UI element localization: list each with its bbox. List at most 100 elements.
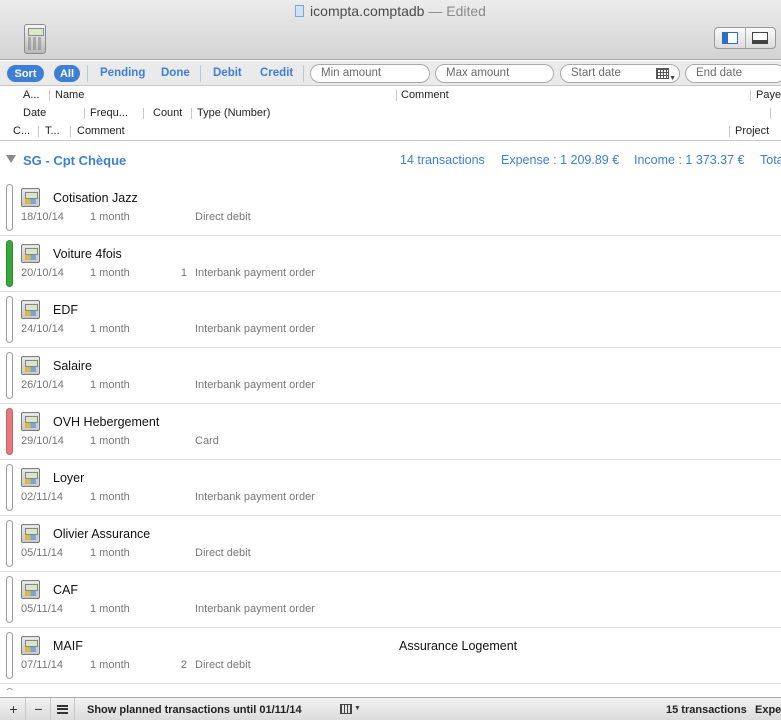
bottom-toolbar: + − Show planned transactions until 01/1… xyxy=(0,697,781,720)
scheduled-transaction-icon xyxy=(21,524,40,543)
row-count: 1 xyxy=(180,267,187,279)
view-toggle[interactable] xyxy=(714,27,776,49)
table-row[interactable]: Salaire 26/10/14 1 month Interbank payme… xyxy=(0,348,781,404)
table-row[interactable]: EDF 24/10/14 1 month Interbank payment o… xyxy=(0,292,781,348)
income-total: Income : 1 373.37 € xyxy=(634,153,745,167)
column-frequency[interactable]: Frequ... xyxy=(90,107,128,119)
transaction-list: Cotisation Jazz 18/10/14 1 month Direct … xyxy=(0,180,781,690)
max-amount-field[interactable]: Max amount xyxy=(435,64,554,83)
column-divider[interactable] xyxy=(770,108,771,119)
row-date: 05/11/14 xyxy=(21,547,64,559)
status-bar xyxy=(6,296,13,343)
calendar-icon[interactable] xyxy=(656,68,669,79)
column-headers: A... Name Comment Payee Date Frequ... Co… xyxy=(0,87,781,141)
end-date-field[interactable]: End date xyxy=(685,64,781,83)
add-button[interactable]: + xyxy=(2,698,26,720)
column-divider[interactable] xyxy=(49,90,50,101)
filter-separator xyxy=(200,65,201,82)
edited-status: — Edited xyxy=(428,3,486,19)
column-comment-top[interactable]: Comment xyxy=(401,89,449,101)
remove-button[interactable]: − xyxy=(27,698,51,720)
bottom-panel-view-button[interactable] xyxy=(744,28,776,48)
row-name: Voiture 4fois xyxy=(53,247,122,261)
row-name: Cotisation Jazz xyxy=(53,191,138,205)
row-frequency: 1 month xyxy=(90,379,130,391)
table-row[interactable] xyxy=(0,684,781,690)
chevron-down-icon[interactable]: ▼ xyxy=(354,705,361,712)
table-row[interactable]: Voiture 4fois 20/10/14 1 month 1 Interba… xyxy=(0,236,781,292)
calculator-icon[interactable] xyxy=(24,24,46,54)
transaction-count-footer: 15 transactions xyxy=(666,704,747,716)
filter-credit-button[interactable]: Credit xyxy=(260,67,293,79)
column-type[interactable]: Type (Number) xyxy=(197,107,270,119)
row-frequency: 1 month xyxy=(90,435,130,447)
row-date: 24/10/14 xyxy=(21,323,64,335)
menu-button[interactable] xyxy=(51,698,75,720)
row-frequency: 1 month xyxy=(90,603,130,615)
column-project[interactable]: Project xyxy=(735,125,769,137)
start-date-field[interactable]: Start date ▼ xyxy=(560,64,680,83)
row-date: 07/11/14 xyxy=(21,659,64,671)
column-divider[interactable] xyxy=(84,108,85,119)
status-bar xyxy=(6,240,13,287)
column-divider[interactable] xyxy=(750,90,751,101)
row-type: Direct debit xyxy=(195,547,251,559)
account-name: SG - Cpt Chèque xyxy=(23,153,127,168)
document-name: icompta.comptadb xyxy=(310,3,425,19)
column-date[interactable]: Date xyxy=(23,107,46,119)
row-frequency: 1 month xyxy=(90,267,130,279)
filter-all-button[interactable]: All xyxy=(54,65,80,82)
table-row[interactable]: MAIF 07/11/14 1 month 2 Direct debit Ass… xyxy=(0,628,781,684)
row-name: OVH Hebergement xyxy=(53,415,160,429)
table-row[interactable]: Cotisation Jazz 18/10/14 1 month Direct … xyxy=(0,180,781,236)
status-bar xyxy=(6,184,13,231)
row-name: Salaire xyxy=(53,359,92,373)
filter-done-button[interactable]: Done xyxy=(161,67,190,79)
scheduled-transaction-icon xyxy=(21,300,40,319)
row-name: EDF xyxy=(53,303,78,317)
column-divider[interactable] xyxy=(143,108,144,119)
column-account[interactable]: A... xyxy=(23,89,40,101)
status-bar xyxy=(6,464,13,511)
column-tags[interactable]: T... xyxy=(45,125,60,137)
column-divider[interactable] xyxy=(70,126,71,137)
row-type: Interbank payment order xyxy=(195,267,315,279)
row-name: Loyer xyxy=(53,471,85,485)
column-category[interactable]: C... xyxy=(13,125,30,137)
calendar-icon[interactable] xyxy=(340,704,352,714)
row-frequency: 1 month xyxy=(90,491,130,503)
expense-footer: Expe xyxy=(755,704,781,716)
expense-total: Expense : 1 209.89 € xyxy=(501,153,620,167)
row-date: 20/10/14 xyxy=(21,267,64,279)
table-row[interactable]: Loyer 02/11/14 1 month Interbank payment… xyxy=(0,460,781,516)
table-row[interactable]: Olivier Assurance 05/11/14 1 month Direc… xyxy=(0,516,781,572)
account-group-header[interactable]: SG - Cpt Chèque 14 transactions Expense … xyxy=(0,141,781,181)
scheduled-transaction-icon xyxy=(21,188,40,207)
chevron-down-icon[interactable]: ▼ xyxy=(669,70,676,87)
min-amount-field[interactable]: Min amount xyxy=(310,64,430,83)
row-type: Interbank payment order xyxy=(195,323,315,335)
column-name[interactable]: Name xyxy=(55,89,84,101)
scheduled-transaction-icon xyxy=(21,468,40,487)
bottom-panel-layout-icon xyxy=(752,32,769,44)
sort-button[interactable]: Sort xyxy=(7,65,44,82)
row-date: 18/10/14 xyxy=(21,211,64,223)
document-icon xyxy=(295,5,305,17)
table-row[interactable]: OVH Hebergement 29/10/14 1 month Card xyxy=(0,404,781,460)
column-divider[interactable] xyxy=(396,90,397,101)
column-comment[interactable]: Comment xyxy=(77,125,125,137)
table-row[interactable]: CAF 05/11/14 1 month Interbank payment o… xyxy=(0,572,781,628)
sidebar-view-button[interactable] xyxy=(715,28,745,48)
filter-debit-button[interactable]: Debit xyxy=(213,67,242,79)
row-comment: Assurance Logement xyxy=(399,639,518,653)
disclosure-triangle-icon[interactable] xyxy=(6,155,16,163)
column-payee[interactable]: Payee xyxy=(756,89,781,101)
column-divider[interactable] xyxy=(38,126,39,137)
column-divider[interactable] xyxy=(191,108,192,119)
row-frequency: 1 month xyxy=(90,659,130,671)
column-divider[interactable] xyxy=(729,126,730,137)
scheduled-transaction-icon xyxy=(21,356,40,375)
status-bar xyxy=(6,520,13,567)
column-count[interactable]: Count xyxy=(153,107,182,119)
filter-pending-button[interactable]: Pending xyxy=(100,67,145,79)
